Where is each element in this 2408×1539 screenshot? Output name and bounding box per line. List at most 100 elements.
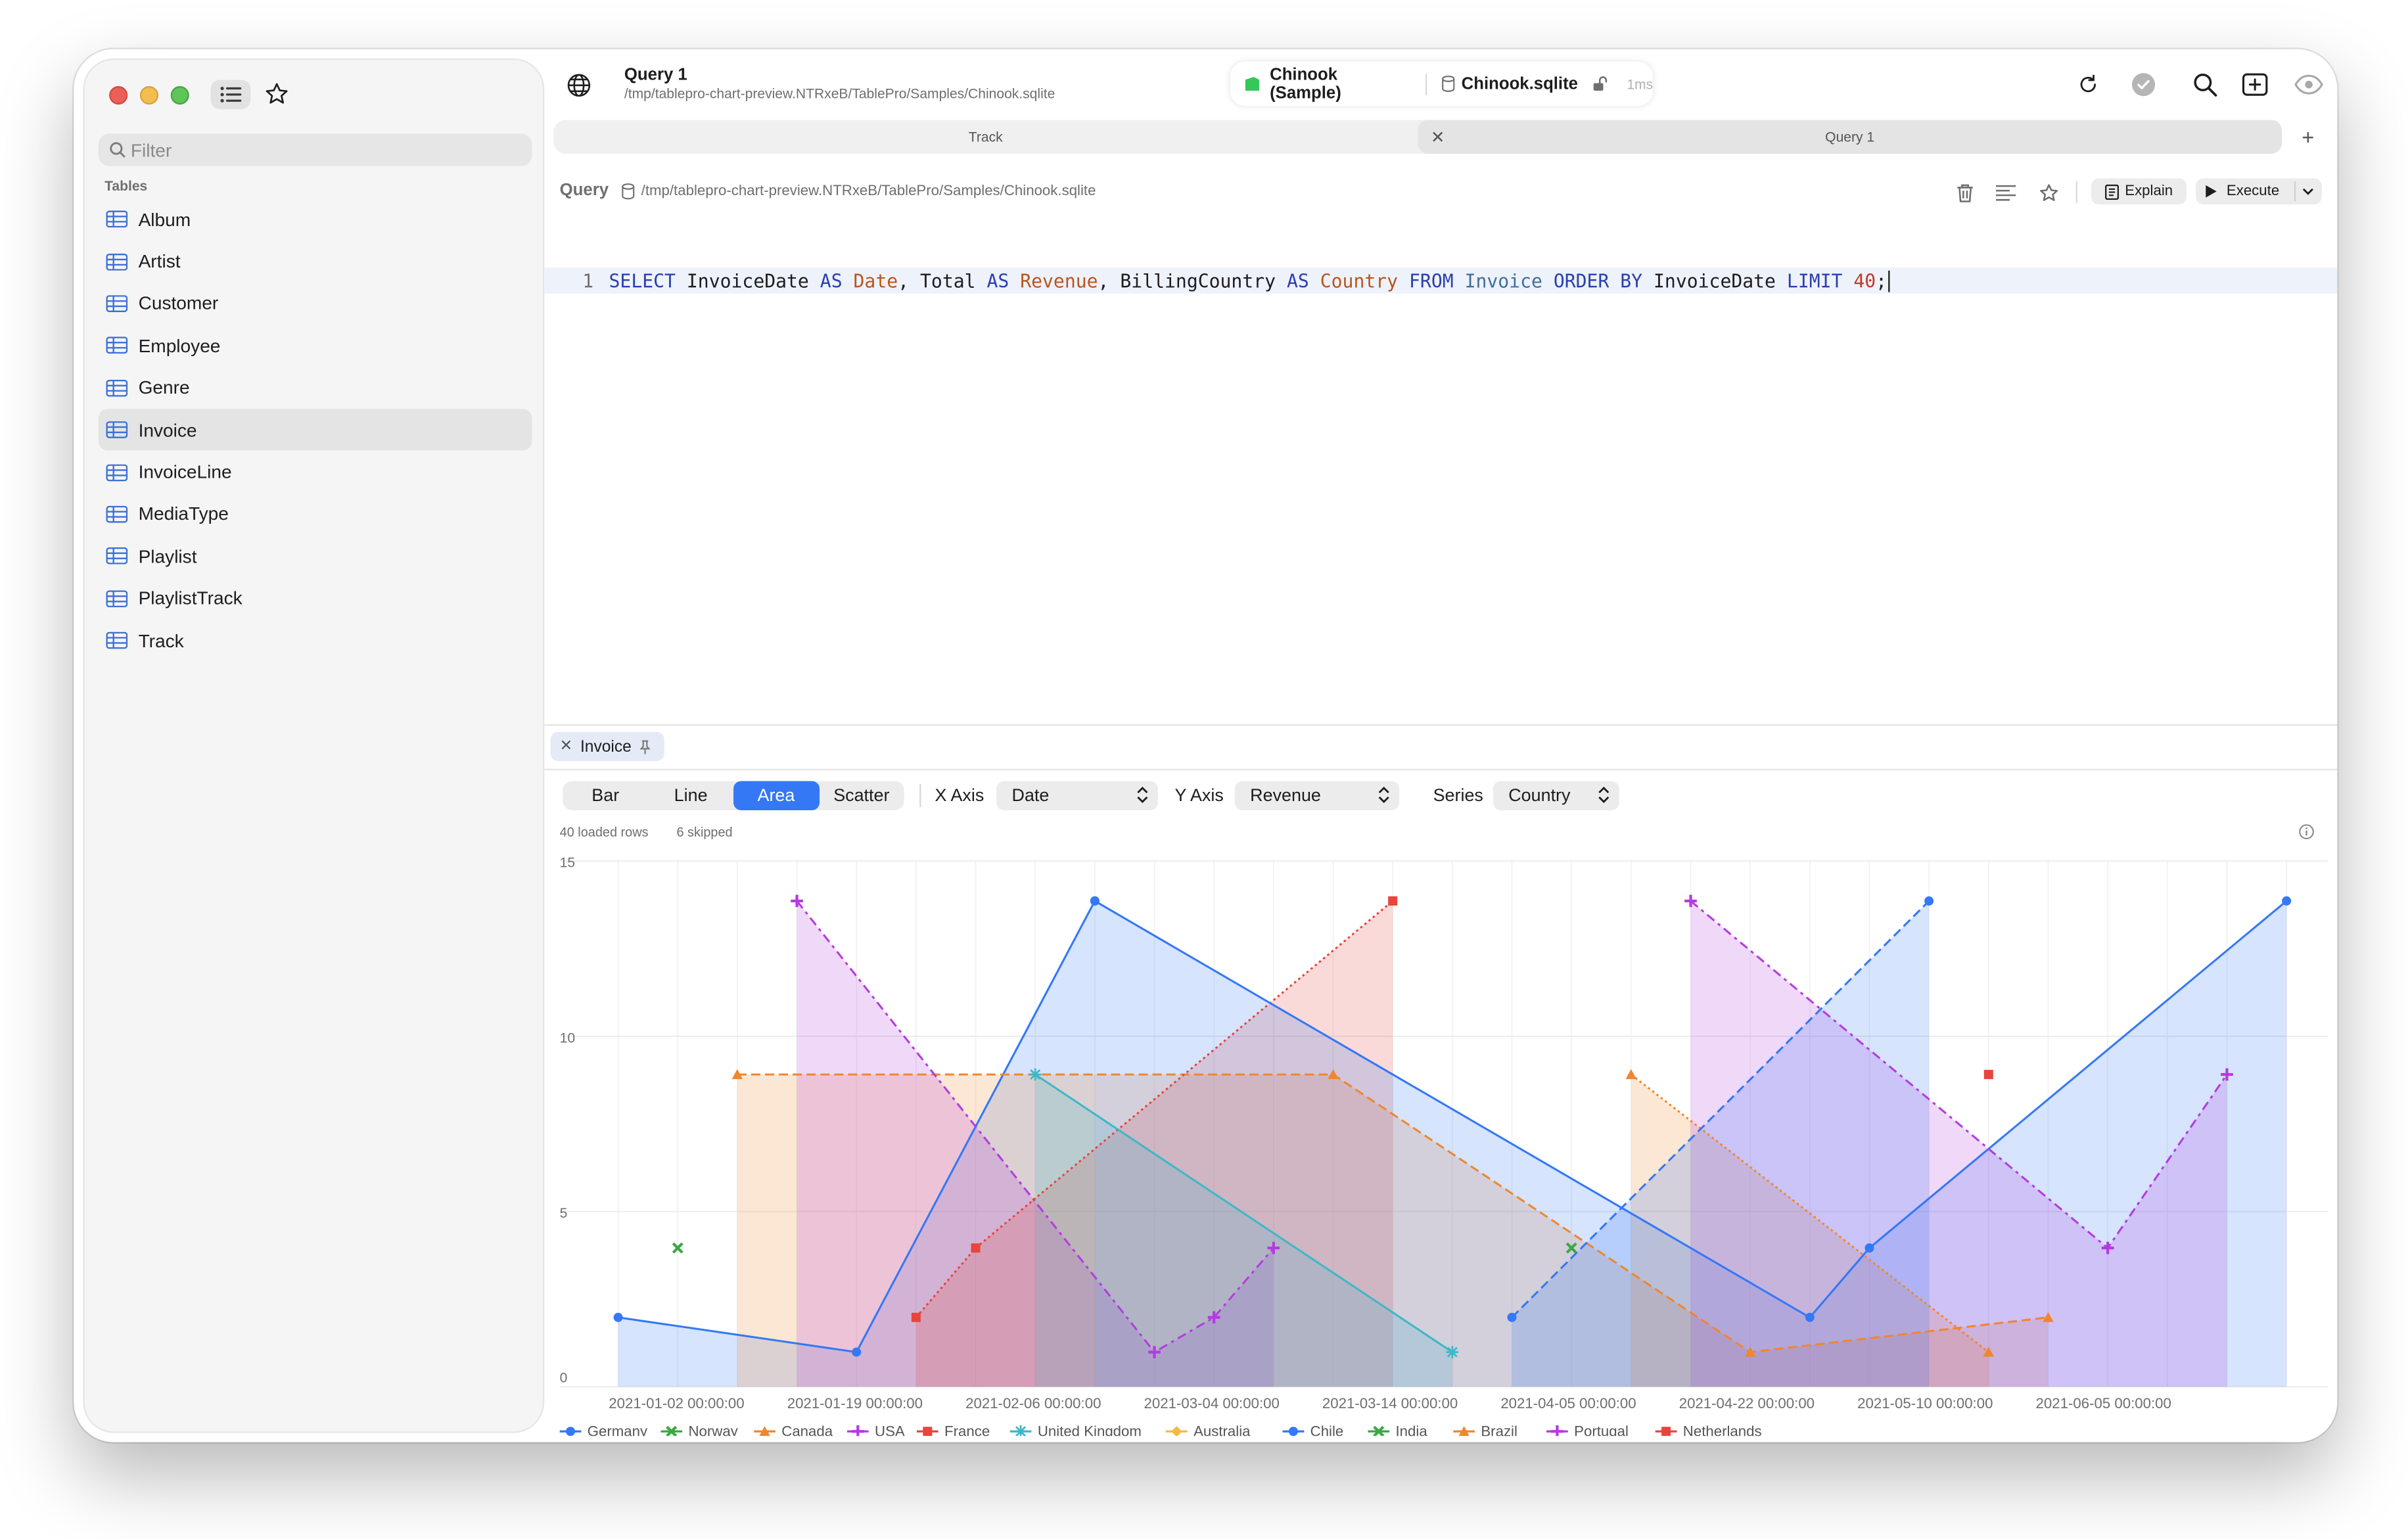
- explain-label: Explain: [2125, 183, 2173, 200]
- table-icon: [106, 295, 128, 312]
- sidebar-table-item[interactable]: PlaylistTrack: [99, 578, 532, 620]
- tab-query-1[interactable]: ✕ Query 1: [1418, 120, 2282, 154]
- chart-type-scatter[interactable]: Scatter: [819, 781, 904, 810]
- favorite-query-button[interactable]: [2036, 180, 2060, 204]
- query-bar-path: /tmp/tablepro-chart-preview.NTRxeB/Table…: [621, 183, 1096, 200]
- table-icon: [106, 337, 128, 354]
- clear-query-button[interactable]: [1953, 180, 1977, 204]
- connection-globe-button[interactable]: [563, 69, 593, 100]
- sidebar-table-item[interactable]: MediaType: [99, 493, 532, 535]
- sql-token: Invoice: [1464, 269, 1542, 292]
- table-name: Artist: [138, 250, 181, 273]
- explain-button[interactable]: Explain: [2091, 178, 2187, 205]
- search-button[interactable]: [2190, 69, 2221, 100]
- query-title: Query 1: [624, 66, 687, 85]
- legend-marker: [1551, 1425, 1563, 1438]
- filter-input[interactable]: Filter: [98, 133, 532, 166]
- favorites-button[interactable]: [263, 80, 290, 108]
- tab-track[interactable]: Track: [553, 120, 1418, 153]
- connection-icon: [1245, 76, 1259, 91]
- close-result-tab-icon[interactable]: ✕: [560, 738, 573, 755]
- sidebar-table-item[interactable]: Track: [99, 620, 532, 662]
- sql-token: Revenue: [1020, 269, 1098, 292]
- execute-split-divider: [2294, 181, 2296, 202]
- format-query-button[interactable]: [1993, 180, 2017, 204]
- sidebar-table-item[interactable]: Invoice: [98, 409, 532, 451]
- close-window-button[interactable]: [109, 86, 128, 105]
- preview-button[interactable]: [2291, 69, 2325, 100]
- add-tab-button[interactable]: +: [2294, 123, 2322, 150]
- table-name: Playlist: [138, 545, 197, 567]
- y-tick-label: 10: [560, 1030, 575, 1045]
- connection-status-pill[interactable]: Chinook (Sample) Chinook.sqlite 1ms: [1230, 61, 1654, 106]
- sidebar-table-item[interactable]: Playlist: [99, 536, 532, 578]
- sql-editor-line[interactable]: 1 SELECT InvoiceDate AS Date, Total AS R…: [544, 267, 2338, 294]
- x-tick-label: 2021-03-04 00:00:00: [1144, 1395, 1280, 1412]
- chart-info-button[interactable]: [2298, 823, 2316, 841]
- sidebar-table-item[interactable]: Artist: [99, 241, 532, 283]
- table-name: Genre: [138, 377, 190, 399]
- chart-type-bar[interactable]: Bar: [563, 781, 648, 810]
- commit-button[interactable]: [2129, 71, 2157, 99]
- sql-token: InvoiceDate: [686, 269, 809, 292]
- table-icon: [106, 210, 128, 228]
- sql-token: SELECT: [609, 269, 676, 292]
- chart-type-area[interactable]: Area: [733, 781, 819, 811]
- x-tick-label: 2021-01-02 00:00:00: [609, 1395, 744, 1412]
- table-name: Employee: [138, 334, 221, 357]
- x-tick-label: 2021-04-22 00:00:00: [1679, 1395, 1815, 1412]
- table-name: MediaType: [138, 503, 229, 525]
- sidebar-table-item[interactable]: Genre: [99, 367, 532, 409]
- result-toolbar-divider: [544, 768, 2338, 771]
- y-tick-label: 0: [560, 1370, 568, 1385]
- legend-marker: [1661, 1427, 1671, 1436]
- sql-token: ;: [1876, 269, 1887, 292]
- maximize-window-button[interactable]: [170, 86, 189, 105]
- sql-token: FROM: [1409, 269, 1454, 292]
- x-axis-select[interactable]: Date: [996, 781, 1158, 811]
- table-name: PlaylistTrack: [138, 587, 243, 609]
- sidebar-table-item[interactable]: Employee: [99, 325, 532, 367]
- sidebar-table-item[interactable]: InvoiceLine: [99, 451, 532, 493]
- editor-results-divider[interactable]: [544, 724, 2338, 726]
- database-file: Chinook.sqlite: [1461, 74, 1578, 93]
- pin-icon[interactable]: [639, 739, 650, 754]
- loaded-rows-count: 40 loaded rows: [559, 824, 649, 840]
- y-axis-select[interactable]: Revenue: [1234, 781, 1400, 811]
- series-select[interactable]: Country: [1493, 781, 1619, 811]
- pill-divider: [1424, 73, 1427, 95]
- legend-marker: [1171, 1426, 1182, 1437]
- table-icon: [106, 547, 128, 565]
- trash-icon: [1957, 183, 1973, 202]
- legend-label: United Kingdom: [1038, 1423, 1142, 1436]
- minimize-window-button[interactable]: [139, 86, 158, 105]
- data-point: [2282, 896, 2292, 906]
- area-chart: 0 5 10 15 2021-01-02 00:00:00 2021-01-19 00:0…: [559, 856, 2328, 1439]
- chart-type-line[interactable]: Line: [648, 781, 733, 810]
- sidebar-list-toggle-button[interactable]: [210, 80, 251, 110]
- chevron-down-icon[interactable]: [2302, 187, 2315, 196]
- close-tab-icon[interactable]: ✕: [1427, 126, 1448, 148]
- execute-button[interactable]: Execute: [2196, 178, 2322, 205]
- new-query-button[interactable]: [2239, 69, 2270, 100]
- sidebar-table-item[interactable]: Customer: [99, 283, 532, 325]
- table-icon: [106, 589, 128, 607]
- query-bar-path-text: /tmp/tablepro-chart-preview.NTRxeB/Table…: [641, 183, 1096, 200]
- app-window: Filter Tables Album Artist Customer Employe…: [74, 49, 2338, 1442]
- sidebar-table-item[interactable]: Album: [99, 198, 532, 241]
- sql-token: ,: [898, 269, 910, 292]
- table-icon: [106, 253, 128, 270]
- legend-marker: [566, 1427, 576, 1436]
- chevron-updown-icon: [1598, 787, 1609, 804]
- result-tab-invoice[interactable]: ✕ Invoice: [550, 731, 664, 762]
- query-bar-label: Query: [559, 181, 609, 200]
- y-axis-value: Revenue: [1250, 786, 1321, 805]
- data-point: [1090, 896, 1100, 906]
- refresh-button[interactable]: [2073, 69, 2104, 100]
